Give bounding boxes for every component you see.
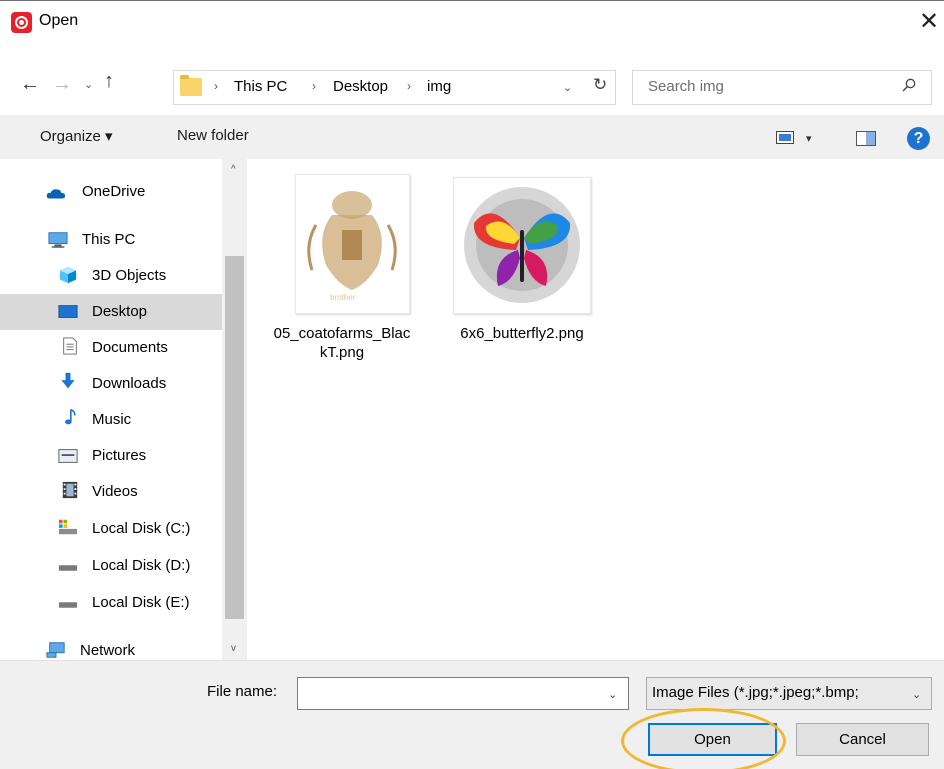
sidebar-item-label: Downloads — [92, 375, 167, 392]
network-icon — [46, 642, 65, 658]
file-item[interactable]: 6x6_butterfly2.png — [452, 174, 592, 374]
videos-icon — [62, 481, 78, 499]
sidebar-item-pictures[interactable]: Pictures — [0, 438, 222, 474]
drive-icon — [58, 565, 78, 571]
recent-locations-chevron-icon[interactable]: ⌄ — [84, 78, 93, 91]
file-name: 6x6_butterfly2.png — [460, 325, 584, 342]
sidebar-item-local-disk-d[interactable]: Local Disk (D:) — [0, 548, 222, 584]
title-bar — [0, 0, 944, 45]
breadcrumb-desktop[interactable]: Desktop — [333, 78, 388, 95]
folder-icon — [180, 75, 202, 96]
sidebar-item-this-pc[interactable]: This PC — [0, 222, 222, 258]
sidebar-item-videos[interactable]: Videos — [0, 474, 222, 510]
pictures-icon — [58, 449, 78, 463]
breadcrumb-this-pc[interactable]: This PC — [234, 78, 287, 95]
breadcrumb-separator-icon[interactable]: › — [407, 79, 411, 93]
scrollbar-thumb[interactable] — [225, 256, 244, 619]
sidebar-item-label: Local Disk (E:) — [92, 594, 190, 611]
butterfly-thumbnail-icon — [464, 187, 580, 303]
sidebar-item-local-disk-c[interactable]: Local Disk (C:) — [0, 511, 222, 547]
drive-c-icon — [58, 519, 78, 535]
sidebar-item-3d-objects[interactable]: 3D Objects — [0, 258, 222, 294]
sidebar-item-label: 3D Objects — [92, 267, 167, 284]
file-item[interactable]: brother 05_coatofarms_BlackT.png — [268, 174, 410, 374]
file-thumbnail — [453, 177, 591, 314]
sidebar-item-label: Pictures — [92, 447, 147, 464]
scroll-up-icon[interactable]: ^ — [231, 164, 236, 175]
documents-icon — [63, 337, 77, 355]
file-name-label: File name: — [207, 683, 278, 700]
address-dropdown-chevron-icon[interactable]: ⌄ — [563, 81, 572, 94]
file-name-dropdown-chevron-icon[interactable]: ⌄ — [608, 688, 617, 701]
app-logo-icon — [11, 12, 32, 33]
thumbnail-caption: brother — [330, 293, 356, 302]
breadcrumb-separator-icon[interactable]: › — [214, 79, 218, 93]
change-view-icon[interactable] — [776, 131, 794, 144]
sidebar-item-label: Local Disk (C:) — [92, 520, 191, 537]
search-icon[interactable] — [902, 78, 916, 92]
drive-icon — [58, 602, 78, 608]
sidebar-item-label: Videos — [92, 483, 138, 500]
help-icon[interactable]: ? — [907, 127, 930, 150]
file-thumbnail: brother — [295, 174, 410, 314]
organize-button[interactable]: Organize ▾ — [40, 127, 113, 145]
view-options-chevron-icon[interactable]: ▾ — [806, 132, 812, 145]
scroll-down-icon[interactable]: v — [231, 643, 236, 654]
file-name: 05_coatofarms_BlackT.png — [273, 325, 411, 361]
3d-objects-icon — [59, 266, 77, 284]
preview-pane-icon[interactable] — [856, 131, 876, 146]
breadcrumb-separator-icon[interactable]: › — [312, 79, 316, 93]
file-type-chevron-icon[interactable]: ⌄ — [912, 688, 921, 701]
up-arrow-icon[interactable]: ↑ — [104, 70, 114, 93]
music-icon — [65, 408, 76, 425]
sidebar-item-documents[interactable]: Documents — [0, 330, 222, 366]
sidebar-item-network[interactable]: Network — [0, 633, 222, 660]
downloads-icon — [61, 372, 75, 389]
back-arrow-icon[interactable]: ← — [20, 73, 40, 96]
refresh-icon[interactable]: ↻ — [593, 75, 607, 95]
sidebar-item-music[interactable]: Music — [0, 402, 222, 438]
new-folder-button[interactable]: New folder — [177, 127, 249, 144]
file-type-value: Image Files (*.jpg;*.jpeg;*.bmp; — [652, 684, 859, 701]
sidebar-item-onedrive[interactable]: OneDrive — [0, 174, 222, 210]
sidebar-item-label: Documents — [92, 339, 168, 356]
breadcrumb-img[interactable]: img — [427, 78, 451, 95]
window-title: Open — [39, 12, 79, 29]
sidebar-item-label: Local Disk (D:) — [92, 557, 191, 574]
sidebar-item-downloads[interactable]: Downloads — [0, 366, 222, 402]
sidebar-item-label: This PC — [82, 231, 136, 248]
search-placeholder: Search img — [648, 78, 724, 95]
cancel-button[interactable]: Cancel — [796, 723, 929, 756]
desktop-icon — [58, 305, 78, 318]
forward-arrow-icon[interactable]: → — [52, 73, 72, 96]
sidebar-item-label: OneDrive — [82, 183, 146, 200]
highlight-annotation-ring — [621, 708, 786, 769]
sidebar-item-label: Network — [80, 642, 136, 659]
close-button[interactable]: ✕ — [914, 6, 944, 40]
pc-icon — [48, 232, 68, 248]
onedrive-icon — [46, 189, 66, 199]
sidebar-item-label: Desktop — [92, 303, 148, 320]
sidebar-item-label: Music — [92, 411, 132, 428]
file-name-input[interactable] — [297, 677, 629, 710]
sidebar-item-local-disk-e[interactable]: Local Disk (E:) — [0, 585, 222, 621]
sidebar-item-desktop[interactable]: Desktop — [0, 294, 222, 330]
command-bar — [0, 115, 944, 159]
